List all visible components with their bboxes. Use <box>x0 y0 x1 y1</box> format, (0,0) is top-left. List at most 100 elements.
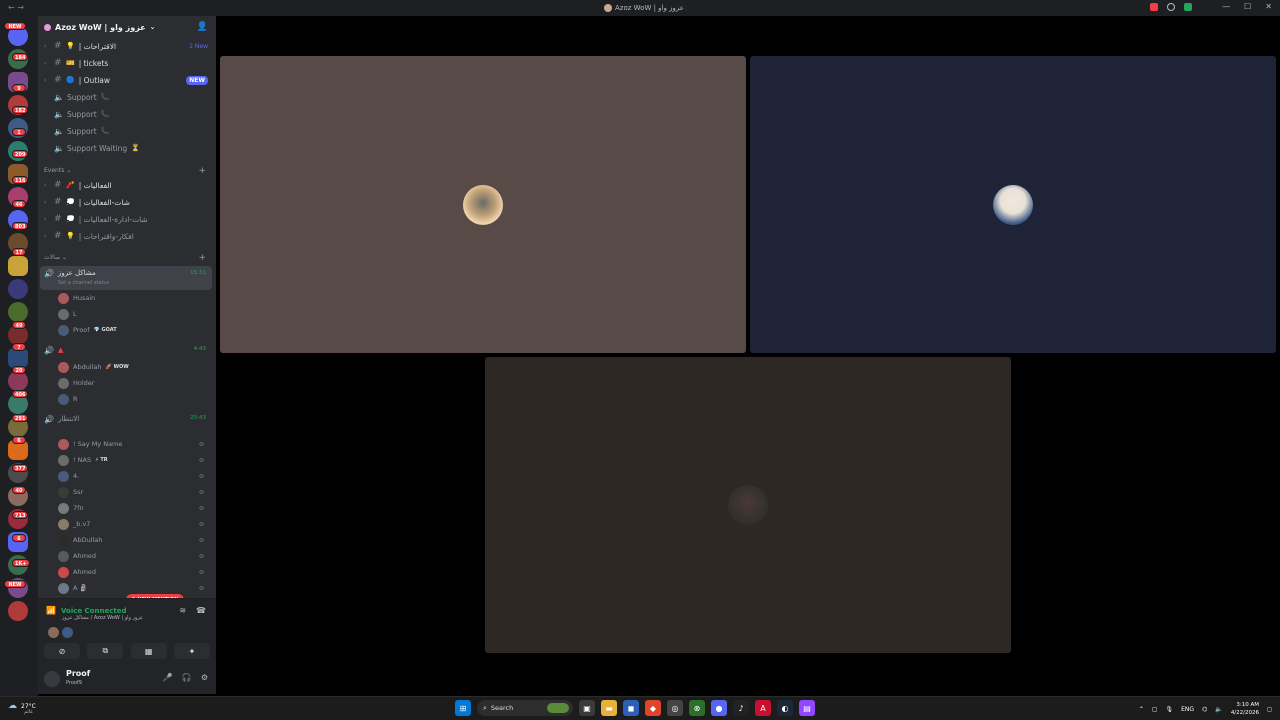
channel-name: Support <box>67 126 97 136</box>
server-icon[interactable] <box>8 256 28 276</box>
screen-share-button[interactable]: ⧉ <box>87 643 124 659</box>
microphone-icon[interactable]: 🎙 <box>1166 706 1174 713</box>
avatar <box>58 486 69 498</box>
disconnect-icon[interactable]: ☎ <box>196 606 206 615</box>
text-channel[interactable]: › # 💡 | الاقتراحات 2 New <box>44 38 212 54</box>
unread-badge: 116 <box>12 176 29 184</box>
voice-channel[interactable]: 🔈 Support 📞 <box>44 123 212 139</box>
deafened-icon: ⊘ <box>198 440 204 448</box>
inbox-icon[interactable] <box>1150 3 1158 11</box>
clock[interactable]: 3:10 AM 4/22/2026 <box>1231 701 1259 717</box>
voice-user[interactable]: ! Say My Name ⊘ <box>58 436 208 452</box>
help-icon[interactable] <box>1167 3 1175 11</box>
deafened-icon: ⊘ <box>198 536 204 544</box>
voice-user[interactable]: AbDullah ⊘ <box>58 532 208 548</box>
category-events[interactable]: Events ⌄ + <box>44 166 212 176</box>
voice-user[interactable]: 4. ⊘ <box>58 468 208 484</box>
hash-icon: # <box>54 58 62 68</box>
speaker-icon: 🔊 <box>44 269 54 278</box>
brave-icon[interactable]: ◆ <box>645 700 661 716</box>
camera-off-icon: ⊘ <box>58 646 66 656</box>
hash-icon: # <box>54 41 62 51</box>
camera-off-button[interactable]: ⊘ <box>44 643 80 659</box>
voice-channel-active[interactable]: 🔊 مشاكل عزوز 15:31 Set a channel status <box>40 266 212 290</box>
text-channel[interactable]: › # 💡 | افكار-واقتراحات <box>44 228 212 244</box>
headphones-icon[interactable]: 🎧 <box>182 673 192 682</box>
text-channel[interactable]: › # 🔵 | Outlaw NEW <box>44 72 212 88</box>
voice-channel[interactable]: 🔊 الانتظار 25:43 <box>40 411 212 427</box>
voice-user[interactable]: R <box>58 391 208 407</box>
user-name: L <box>73 310 77 318</box>
channel-name: Support <box>67 92 97 102</box>
weather-widget[interactable]: ☁ 27°C غائم <box>8 701 36 715</box>
settings-icon[interactable]: ⚙ <box>201 673 208 682</box>
channel-emoji-icon: 🧨 <box>66 181 75 189</box>
channel-emoji-icon: ⏳ <box>131 144 140 152</box>
voice-user[interactable]: _b.v7 ⊘ <box>58 516 208 532</box>
start-icon[interactable]: ⊞ <box>455 700 471 716</box>
close-icon[interactable]: ✕ <box>1265 2 1272 11</box>
server-icon[interactable] <box>8 279 28 299</box>
voice-user[interactable]: L <box>58 306 208 322</box>
participant-tile[interactable] <box>220 56 746 353</box>
tray-app-icon[interactable]: ▢ <box>1152 706 1158 713</box>
voice-user[interactable]: Abdullah 🚀 WOW <box>58 359 208 375</box>
add-channel-icon[interactable]: + <box>198 166 206 176</box>
voice-user[interactable]: ! NAS ⚡ TR ⊘ <box>58 452 208 468</box>
server-rail[interactable]: NEW 184 9 182 1 209 116 46 803 17 49 7 20 406 291 6 377 4… <box>0 16 38 696</box>
store-icon[interactable]: ◼ <box>623 700 639 716</box>
activities-button[interactable]: ▦ <box>130 643 167 659</box>
participant-tile[interactable] <box>750 56 1276 353</box>
xbox-icon[interactable]: ⊗ <box>689 700 705 716</box>
twitch-icon[interactable]: ▤ <box>799 700 815 716</box>
download-icon[interactable] <box>1184 3 1192 11</box>
back-forward-icon[interactable]: ← → <box>8 3 24 12</box>
server-icon[interactable] <box>8 601 28 621</box>
voice-channel[interactable]: 🔊 ▲ 4:43 <box>40 342 212 358</box>
search-box[interactable]: ⌕ Search <box>477 700 573 716</box>
text-channel[interactable]: › # 💭 | شات-ادارة-الفعاليات <box>44 211 212 227</box>
signal-icon[interactable]: 📶 <box>46 606 56 615</box>
volume-icon[interactable]: 🔈 <box>1215 706 1222 713</box>
maximize-icon[interactable]: ☐ <box>1244 2 1251 11</box>
minimize-icon[interactable]: — <box>1222 2 1230 11</box>
text-channel[interactable]: › # 🧨 | الفعاليات <box>44 177 212 193</box>
tiktok-icon[interactable]: ♪ <box>733 700 749 716</box>
file-explorer-icon[interactable]: ▬ <box>601 700 617 716</box>
unread-badge: 1 <box>12 128 26 136</box>
task-view-icon[interactable]: ▣ <box>579 700 595 716</box>
text-channel[interactable]: › # 🎫 | tickets <box>44 55 212 71</box>
network-icon[interactable]: ⌬ <box>1202 706 1207 713</box>
voice-user[interactable]: Ahmed ⊘ <box>58 564 208 580</box>
chevron-up-icon[interactable]: ⌃ <box>1139 706 1144 713</box>
avatar[interactable] <box>44 671 60 687</box>
microphone-icon[interactable]: 🎤 <box>163 673 173 682</box>
soundboard-button[interactable]: ✦ <box>173 643 210 659</box>
notification-icon[interactable]: ◻ <box>1267 706 1272 713</box>
server-icon[interactable] <box>8 302 28 322</box>
voice-channel[interactable]: 🔈 Support Waiting ⏳ <box>44 140 212 156</box>
add-member-icon[interactable]: 👤 <box>197 22 208 32</box>
voice-user[interactable]: 7fn ⊘ <box>58 500 208 516</box>
voice-user[interactable]: Holder <box>58 375 208 391</box>
voice-channel[interactable]: 🔈 Support 📞 <box>44 106 212 122</box>
chevron-right-icon: › <box>44 181 47 189</box>
steam-icon[interactable]: ◐ <box>777 700 793 716</box>
voice-user[interactable]: Ssr ⊘ <box>58 484 208 500</box>
participant-tile[interactable] <box>485 357 1011 653</box>
text-channel[interactable]: › # 💭 | شات-الفعاليات <box>44 194 212 210</box>
voice-user[interactable]: Husain <box>58 290 208 306</box>
voice-stage <box>216 16 1280 696</box>
user-name: Ahmed <box>73 552 97 560</box>
voice-user[interactable]: Proof 💎 GOAT <box>58 322 208 338</box>
chrome-icon[interactable]: ◎ <box>667 700 683 716</box>
voice-user[interactable]: Ahmed ⊘ <box>58 548 208 564</box>
server-header[interactable]: Azoz WoW | عزوز واو ⌄ 👤 <box>38 16 216 38</box>
deafened-icon: ⊘ <box>198 488 204 496</box>
voice-channel[interactable]: 🔈 Support 📞 <box>44 89 212 105</box>
adobe-icon[interactable]: A <box>755 700 771 716</box>
add-channel-icon[interactable]: + <box>198 253 206 263</box>
noise-suppression-icon[interactable]: ≋ <box>179 606 186 615</box>
category-voice[interactable]: صالات ⌄ + <box>44 253 212 263</box>
discord-icon[interactable]: ● <box>711 700 727 716</box>
